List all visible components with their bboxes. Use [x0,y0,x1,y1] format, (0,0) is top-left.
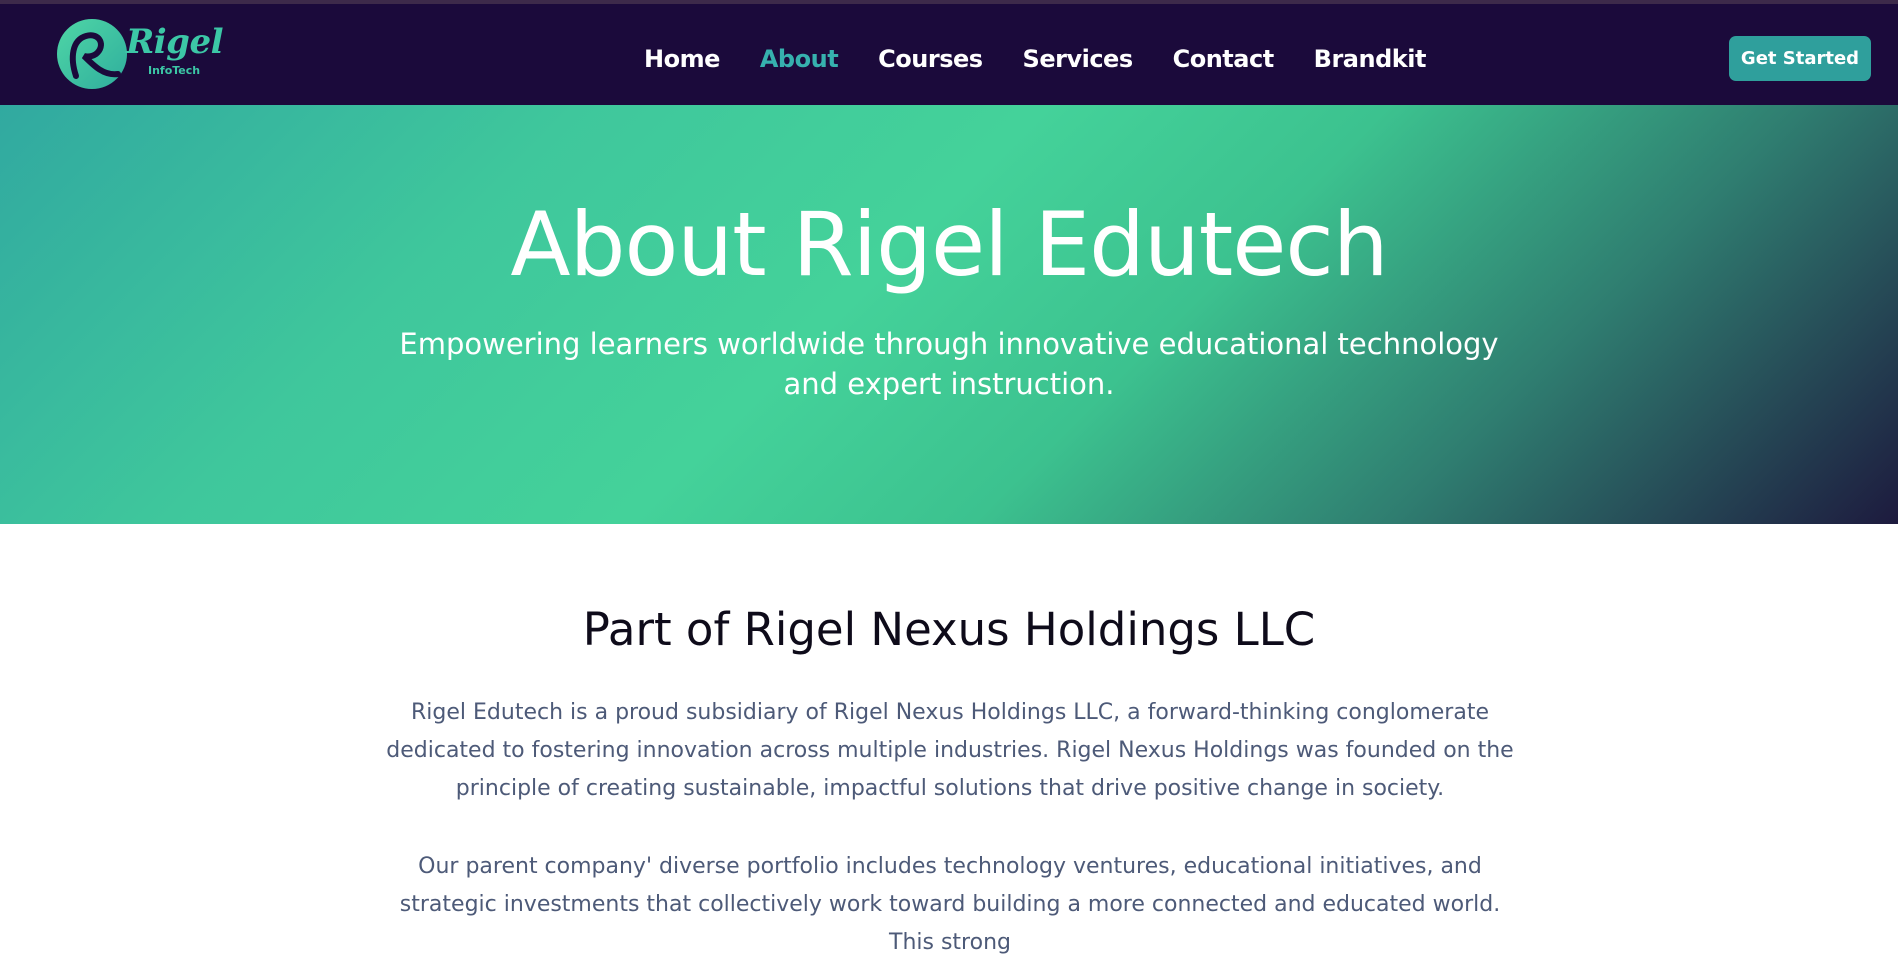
nav-about[interactable]: About [760,42,839,76]
nav-courses[interactable]: Courses [878,42,983,76]
hero-subtitle: Empowering learners worldwide through in… [399,327,1499,401]
hero-banner: About Rigel Edutech Empowering learners … [0,105,1898,524]
nav-services[interactable]: Services [1023,42,1134,76]
nav-home[interactable]: Home [644,42,720,76]
rigel-logo-icon [57,19,127,89]
main-nav: Home About Courses Services Contact Bran… [644,42,1466,76]
brand-tagline: InfoTech [148,64,201,77]
about-paragraph-1: Rigel Edutech is a proud subsidiary of R… [386,700,1514,801]
brand-name: Rigel [126,22,224,62]
nav-contact[interactable]: Contact [1173,42,1275,76]
nav-brandkit[interactable]: Brandkit [1314,42,1427,76]
site-header: Rigel InfoTech Home About Courses Servic… [0,4,1898,105]
brand-logo[interactable]: Rigel InfoTech [56,18,224,90]
hero-title: About Rigel Edutech [510,193,1388,296]
about-paragraph-2: Our parent company' diverse portfolio in… [399,854,1501,955]
get-started-button[interactable]: Get Started [1729,36,1871,81]
section-title: Part of Rigel Nexus Holdings LLC [582,603,1316,656]
